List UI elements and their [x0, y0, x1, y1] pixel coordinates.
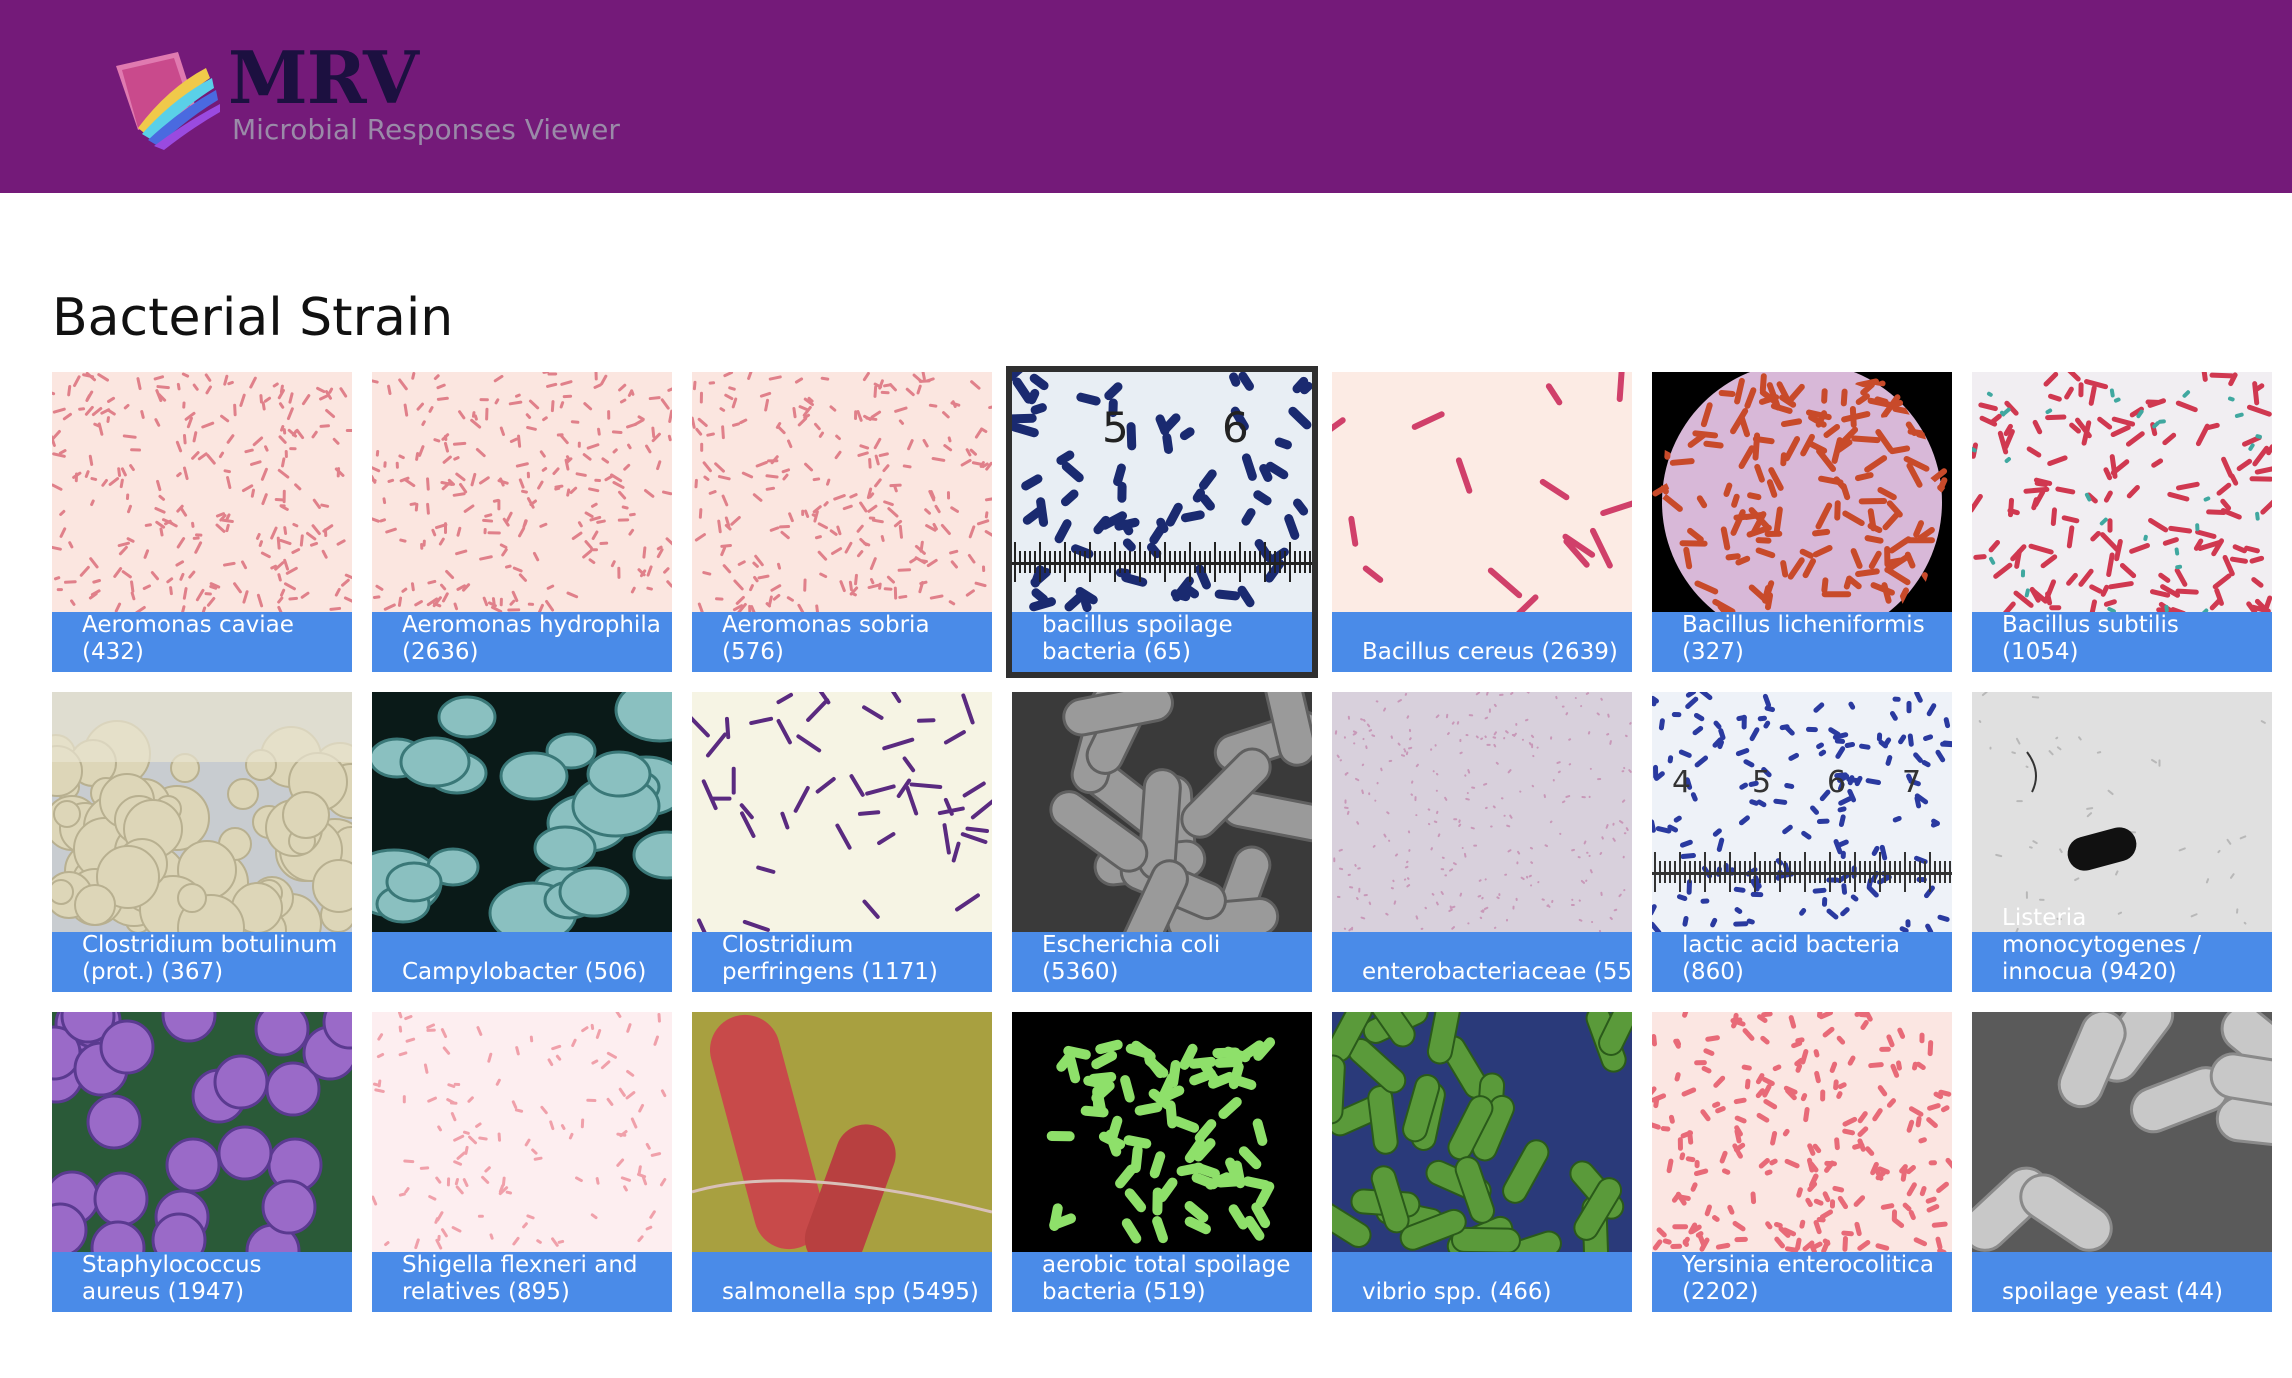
- svg-text:6: 6: [1827, 765, 1846, 800]
- strain-micrograph-image: [52, 372, 352, 612]
- strain-label: Clostridium botulinum (prot.) (367): [52, 932, 352, 992]
- strain-label-text: aerobic total spoilage bacteria (519): [1042, 1252, 1291, 1305]
- strain-label: Bacillus licheniformis (327): [1652, 612, 1952, 672]
- strain-label: Aeromonas sobria (576): [692, 612, 992, 672]
- strain-micrograph-image: [1012, 692, 1312, 932]
- strain-tile[interactable]: vibrio spp. (466): [1332, 1012, 1632, 1312]
- strain-tile[interactable]: Bacillus cereus (2639): [1332, 372, 1632, 672]
- site-header: MRV Microbial Responses Viewer: [0, 0, 2292, 193]
- strain-micrograph-image: [1972, 1012, 2272, 1252]
- strain-tile[interactable]: Yersinia enterocolitica (2202): [1652, 1012, 1952, 1312]
- strain-grid: Aeromonas caviae (432) Aeromonas hydrophi…: [52, 366, 2272, 1312]
- strain-micrograph-image: [372, 1012, 672, 1252]
- strain-label-text: Bacillus licheniformis (327): [1682, 612, 1925, 665]
- strain-label: spoilage yeast (44): [1972, 1252, 2272, 1312]
- strain-label: Escherichia coli (5360): [1012, 932, 1312, 992]
- strain-label: Bacillus subtilis (1054): [1972, 612, 2272, 672]
- strain-label: Aeromonas hydrophila (2636): [372, 612, 672, 672]
- book-logo-icon: [116, 52, 220, 150]
- strain-tile[interactable]: Clostridium botulinum (prot.) (367): [52, 692, 352, 992]
- strain-micrograph-image: [1332, 692, 1632, 932]
- strain-micrograph-image: [372, 372, 672, 612]
- strain-micrograph-image: [1972, 692, 2272, 932]
- strain-label-text: Aeromonas caviae (432): [82, 612, 294, 665]
- strain-tile[interactable]: Campylobacter (506): [372, 692, 672, 992]
- strain-label: Shigella flexneri and relatives (895): [372, 1252, 672, 1312]
- strain-label-text: Clostridium perfringens (1171): [722, 932, 938, 985]
- strain-label: salmonella spp (5495): [692, 1252, 992, 1312]
- strain-tile[interactable]: Bacillus licheniformis (327): [1652, 372, 1952, 672]
- strain-micrograph-image: [692, 692, 992, 932]
- strain-label-text: Aeromonas hydrophila (2636): [402, 612, 661, 665]
- strain-tile[interactable]: Aeromonas hydrophila (2636): [372, 372, 672, 672]
- strain-micrograph-image: [372, 692, 672, 932]
- strain-tile[interactable]: Bacillus subtilis (1054): [1972, 372, 2272, 672]
- strain-label-text: enterobacteriaceae (5546): [1362, 959, 1632, 985]
- strain-tile[interactable]: 4 5 6 7 lactic acid bacteria (860): [1652, 692, 1952, 992]
- strain-label-text: Yersinia enterocolitica (2202): [1682, 1252, 1934, 1305]
- strain-micrograph-image: [1012, 1012, 1312, 1252]
- strain-tile[interactable]: Aeromonas caviae (432): [52, 372, 352, 672]
- logo-title: MRV: [228, 35, 419, 120]
- strain-micrograph-image: [1652, 372, 1952, 612]
- strain-tile[interactable]: spoilage yeast (44): [1972, 1012, 2272, 1312]
- strain-tile[interactable]: aerobic total spoilage bacteria (519): [1012, 1012, 1312, 1312]
- strain-tile[interactable]: 5 6 bacillus spoilage bacteria (65): [1006, 366, 1318, 678]
- strain-micrograph-image: [692, 372, 992, 612]
- strain-label: Clostridium perfringens (1171): [692, 932, 992, 992]
- strain-label: aerobic total spoilage bacteria (519): [1012, 1252, 1312, 1312]
- strain-tile[interactable]: Escherichia coli (5360): [1012, 692, 1312, 992]
- strain-label-text: salmonella spp (5495): [722, 1279, 979, 1305]
- mrv-logo[interactable]: MRV Microbial Responses Viewer: [108, 42, 628, 158]
- strain-label: lactic acid bacteria (860): [1652, 932, 1952, 992]
- strain-tile[interactable]: Staphylococcus aureus (1947): [52, 1012, 352, 1312]
- svg-text:6: 6: [1222, 403, 1249, 452]
- svg-text:4: 4: [1672, 765, 1691, 800]
- strain-tile[interactable]: Clostridium perfringens (1171): [692, 692, 992, 992]
- strain-label-text: vibrio spp. (466): [1362, 1279, 1552, 1305]
- strain-label-text: Aeromonas sobria (576): [722, 612, 930, 665]
- strain-label: bacillus spoilage bacteria (65): [1012, 612, 1312, 672]
- strain-label-text: bacillus spoilage bacteria (65): [1042, 612, 1233, 665]
- section-title: Bacterial Strain: [52, 288, 454, 348]
- strain-tile[interactable]: Aeromonas sobria (576): [692, 372, 992, 672]
- svg-text:5: 5: [1102, 403, 1129, 452]
- strain-label: enterobacteriaceae (5546): [1332, 932, 1632, 992]
- strain-label-text: Staphylococcus aureus (1947): [82, 1252, 262, 1305]
- strain-micrograph-image: [52, 1012, 352, 1252]
- strain-label: Yersinia enterocolitica (2202): [1652, 1252, 1952, 1312]
- strain-label-text: Clostridium botulinum (prot.) (367): [82, 932, 338, 985]
- strain-micrograph-image: [1652, 1012, 1952, 1252]
- logo-subtitle: Microbial Responses Viewer: [232, 113, 620, 146]
- strain-label-text: Escherichia coli (5360): [1042, 932, 1221, 985]
- strain-label: Aeromonas caviae (432): [52, 612, 352, 672]
- svg-text:7: 7: [1902, 765, 1921, 800]
- strain-micrograph-image: [1972, 372, 2272, 612]
- strain-tile[interactable]: Shigella flexneri and relatives (895): [372, 1012, 672, 1312]
- strain-label: Bacillus cereus (2639): [1332, 612, 1632, 672]
- strain-label-text: spoilage yeast (44): [2002, 1279, 2223, 1305]
- strain-tile[interactable]: enterobacteriaceae (5546): [1332, 692, 1632, 992]
- strain-label-text: Campylobacter (506): [402, 959, 647, 985]
- strain-label: Campylobacter (506): [372, 932, 672, 992]
- strain-tile[interactable]: Listeria monocytogenes / innocua (9420): [1972, 692, 2272, 992]
- strain-label: vibrio spp. (466): [1332, 1252, 1632, 1312]
- strain-micrograph-image: [692, 1012, 992, 1252]
- strain-tile[interactable]: salmonella spp (5495): [692, 1012, 992, 1312]
- strain-label: Listeria monocytogenes / innocua (9420): [1972, 905, 2272, 992]
- strain-micrograph-image: 56: [1012, 372, 1312, 612]
- strain-micrograph-image: 4 5 6 7: [1652, 692, 1952, 932]
- strain-micrograph-image: [1332, 372, 1632, 612]
- strain-micrograph-image: [52, 692, 352, 932]
- svg-text:5: 5: [1752, 765, 1771, 800]
- strain-label-text: Bacillus subtilis (1054): [2002, 612, 2179, 665]
- strain-label: Staphylococcus aureus (1947): [52, 1252, 352, 1312]
- strain-label-text: Listeria monocytogenes / innocua (9420): [2002, 905, 2201, 985]
- strain-label-text: lactic acid bacteria (860): [1682, 932, 1900, 985]
- strain-label-text: Shigella flexneri and relatives (895): [402, 1252, 638, 1305]
- strain-micrograph-image: [1332, 1012, 1632, 1252]
- strain-label-text: Bacillus cereus (2639): [1362, 639, 1618, 665]
